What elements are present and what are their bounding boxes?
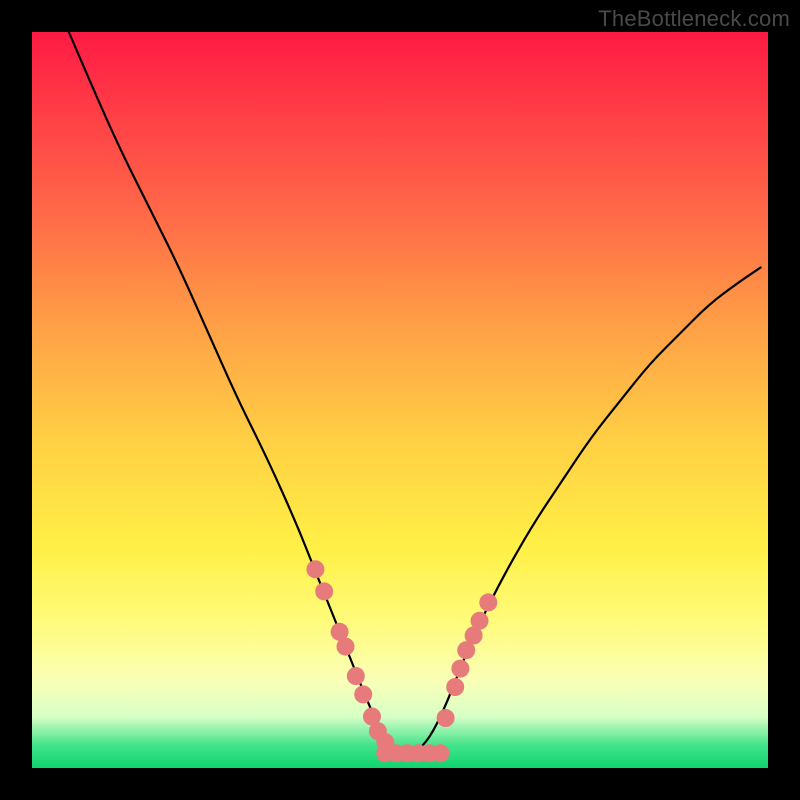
data-point-marker (337, 638, 355, 656)
attribution-text: TheBottleneck.com (598, 6, 790, 32)
data-point-marker (432, 744, 450, 762)
data-point-marker (315, 582, 333, 600)
data-point-marker (446, 678, 464, 696)
bottleneck-plot (32, 32, 768, 768)
data-point-marker (376, 733, 394, 751)
bottleneck-curve (69, 32, 761, 753)
data-point-marker (479, 593, 497, 611)
data-point-marker (354, 685, 372, 703)
data-point-marker (306, 560, 324, 578)
data-point-marker (451, 660, 469, 678)
data-point-marker (347, 667, 365, 685)
chart-area (32, 32, 768, 768)
data-point-marker (437, 709, 455, 727)
data-point-marker (471, 612, 489, 630)
